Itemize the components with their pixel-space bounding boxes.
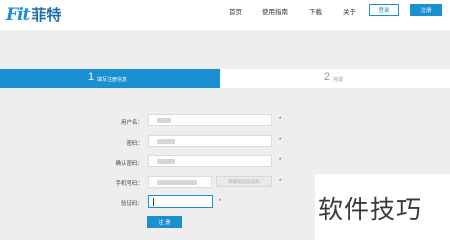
- step-1-label: 填写注册信息: [97, 77, 128, 83]
- step-1-number: 1: [88, 71, 95, 83]
- confirm-password-required-mark: *: [279, 158, 282, 164]
- username-required-mark: *: [279, 117, 282, 123]
- confirm-password-value-blurred: [157, 159, 175, 164]
- password-label: 密码：: [126, 141, 143, 147]
- register-button[interactable]: 注册: [410, 4, 442, 16]
- watermark-text: 软件技巧: [318, 196, 423, 224]
- phone-field[interactable]: [148, 176, 212, 188]
- step-2-number: 2: [324, 71, 331, 83]
- text-cursor: [153, 198, 154, 206]
- logo-chinese: 菲特: [31, 7, 62, 24]
- nav-download[interactable]: 下载: [309, 6, 322, 16]
- captcha-label: 验证码：: [120, 201, 143, 207]
- password-field[interactable]: [148, 135, 272, 147]
- step-2-label: 完成: [333, 77, 344, 83]
- username-label: 用户名：: [120, 120, 143, 126]
- captcha-field[interactable]: [148, 195, 213, 208]
- password-required-mark: *: [279, 138, 282, 144]
- phone-value-blurred: [157, 180, 197, 185]
- nav-guide[interactable]: 使用指南: [262, 6, 288, 16]
- phone-required-mark: *: [279, 179, 282, 185]
- step-progress: 1 填写注册信息 2 完成: [0, 69, 450, 88]
- login-button[interactable]: 登录: [369, 4, 399, 16]
- top-bar: Fit 菲特 首页 使用指南 下载 关于 登录 注册: [0, 0, 450, 30]
- logo[interactable]: Fit 菲特: [6, 4, 61, 25]
- nav-home[interactable]: 首页: [229, 6, 242, 16]
- send-code-button[interactable]: 获取短信验证码: [216, 176, 272, 187]
- logo-latin: Fit: [6, 5, 30, 25]
- password-value-blurred: [157, 139, 175, 144]
- nav-about[interactable]: 关于: [343, 6, 356, 16]
- confirm-password-label: 确认密码：: [115, 161, 143, 167]
- captcha-required-mark: *: [219, 199, 222, 205]
- phone-label: 手机号码：: [115, 181, 143, 187]
- submit-register-button[interactable]: 注 册: [147, 216, 182, 228]
- step-1: 1 填写注册信息: [0, 69, 220, 88]
- username-value-blurred: [157, 118, 171, 123]
- confirm-password-field[interactable]: [148, 155, 272, 167]
- username-field[interactable]: [148, 114, 272, 126]
